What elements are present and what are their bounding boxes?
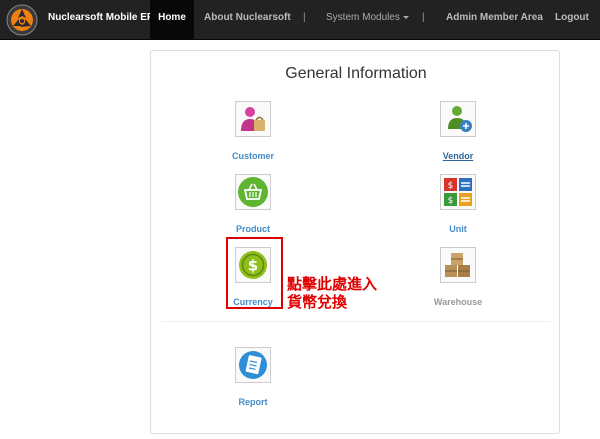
general-information-panel: General Information Customer Vendor Prod… (150, 50, 560, 434)
tile-label: Warehouse (433, 297, 483, 307)
vendor-icon[interactable] (440, 101, 476, 137)
panel-title: General Information (285, 65, 427, 82)
brand-title[interactable]: Nuclearsoft Mobile ERP (48, 12, 161, 23)
customer-icon[interactable] (235, 101, 271, 137)
nav-logout[interactable]: Logout (555, 0, 589, 39)
tile-warehouse[interactable]: Warehouse (408, 247, 508, 307)
section-divider (161, 321, 551, 322)
tile-label: Product (235, 224, 270, 234)
nav-about[interactable]: About Nuclearsoft (204, 0, 291, 39)
svg-text:$: $ (448, 196, 454, 206)
tile-label: Vendor (442, 151, 474, 161)
tile-vendor[interactable]: Vendor (408, 101, 508, 161)
annotation-line-1: 點擊此處進入 (287, 275, 378, 293)
annotation-line-2: 貨幣兌換 (287, 293, 348, 311)
nav-separator: | (303, 12, 306, 23)
tile-report[interactable]: Report (203, 347, 303, 407)
report-icon[interactable] (235, 347, 271, 383)
svg-text:$: $ (448, 181, 454, 191)
tile-label: Unit (449, 224, 467, 234)
top-navbar: Nuclearsoft Mobile ERP Home About Nuclea… (0, 0, 600, 40)
caret-down-icon (402, 15, 409, 19)
nav-system-modules-label: System Modules (326, 12, 400, 23)
tile-label: Customer (231, 151, 274, 161)
nav-separator: | (422, 12, 425, 23)
basket-icon[interactable] (235, 174, 271, 210)
currency-annotation: 點擊此處進入 貨幣兌換 (287, 275, 377, 311)
tile-product[interactable]: Product (203, 174, 303, 234)
nuclearsoft-logo-icon[interactable] (6, 4, 38, 36)
nav-home[interactable]: Home (150, 0, 194, 39)
tile-customer[interactable]: Customer (203, 101, 303, 161)
currency-highlight-box (226, 237, 283, 309)
unit-icon[interactable]: $ $ (440, 174, 476, 210)
tile-unit[interactable]: $ $ Unit (408, 174, 508, 234)
nav-system-modules-dropdown[interactable]: System Modules (326, 0, 409, 39)
nav-admin-member-area[interactable]: Admin Member Area (446, 0, 543, 39)
tile-label: Report (238, 397, 268, 407)
boxes-icon[interactable] (440, 247, 476, 283)
